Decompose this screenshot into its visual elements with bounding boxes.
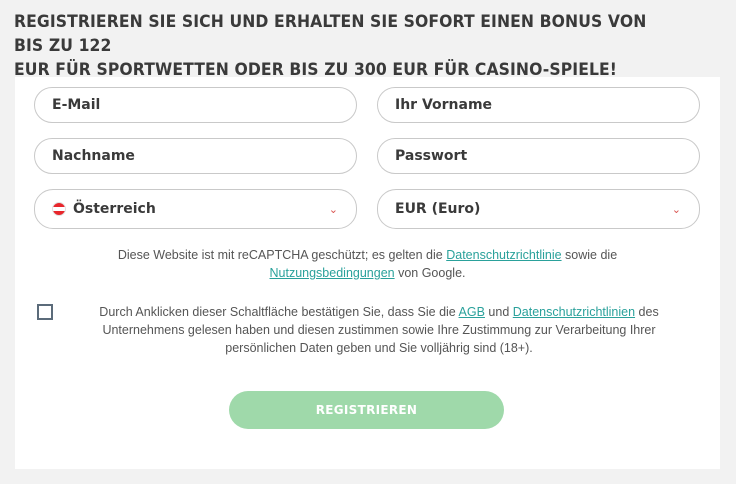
- currency-value: EUR (Euro): [395, 201, 481, 217]
- consent-and: und: [484, 305, 513, 319]
- register-button[interactable]: REGISTRIEREN: [229, 391, 504, 429]
- consent-text: Durch Anklicken dieser Schaltfläche best…: [80, 303, 678, 357]
- recaptcha-notice: Diese Website ist mit reCAPTCHA geschütz…: [15, 246, 720, 282]
- password-field[interactable]: Passwort: [377, 138, 700, 174]
- currency-select[interactable]: EUR (Euro) ⌄: [377, 189, 700, 229]
- recaptcha-middle: sowie die: [561, 248, 618, 262]
- recaptcha-suffix: von Google.: [394, 266, 466, 280]
- chevron-down-icon: ⌄: [328, 203, 338, 216]
- headline-line-1: REGISTRIEREN SIE SICH UND ERHALTEN SIE S…: [14, 12, 647, 56]
- consent-checkbox[interactable]: [37, 304, 53, 320]
- lastname-placeholder: Nachname: [52, 148, 135, 164]
- terms-link[interactable]: Nutzungsbedingungen: [270, 266, 395, 280]
- austria-flag-icon: [52, 202, 66, 216]
- agb-link[interactable]: AGB: [459, 305, 485, 319]
- country-select[interactable]: Österreich ⌄: [34, 189, 357, 229]
- lastname-field[interactable]: Nachname: [34, 138, 357, 174]
- consent-prefix: Durch Anklicken dieser Schaltfläche best…: [99, 305, 459, 319]
- email-placeholder: E-Mail: [52, 97, 101, 113]
- country-value: Österreich: [73, 201, 156, 217]
- promo-headline: REGISTRIEREN SIE SICH UND ERHALTEN SIE S…: [14, 10, 658, 82]
- privacy-policy-link[interactable]: Datenschutzrichtlinie: [446, 248, 561, 262]
- password-placeholder: Passwort: [395, 148, 468, 164]
- chevron-down-icon: ⌄: [671, 203, 681, 216]
- firstname-placeholder: Ihr Vorname: [395, 97, 493, 113]
- firstname-field[interactable]: Ihr Vorname: [377, 87, 700, 123]
- privacy-policies-link[interactable]: Datenschutzrichtlinien: [513, 305, 635, 319]
- email-field[interactable]: E-Mail: [34, 87, 357, 123]
- recaptcha-prefix: Diese Website ist mit reCAPTCHA geschütz…: [117, 248, 447, 262]
